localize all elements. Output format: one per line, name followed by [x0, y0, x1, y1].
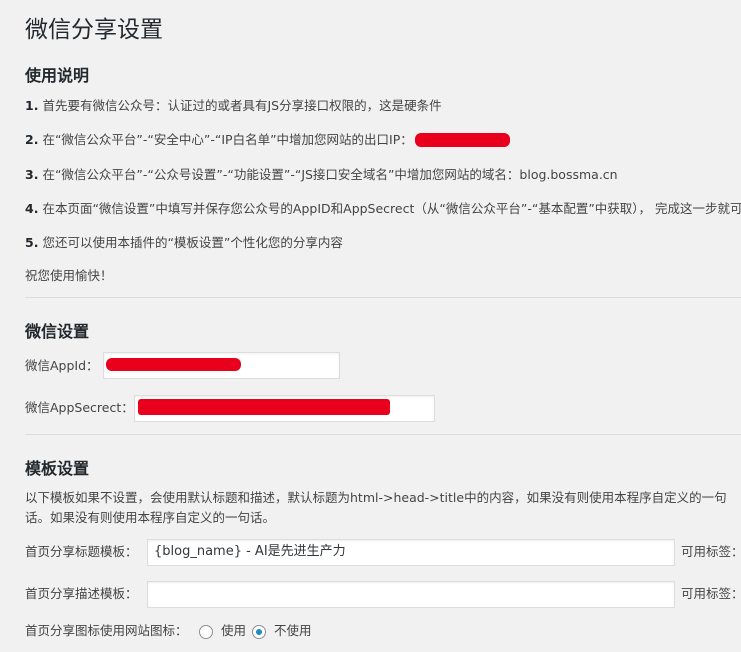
desc-template-input[interactable] — [147, 581, 675, 608]
step-text: 首先要有微信公众号：认证过的或者具有JS分享接口权限的，这是硬条件 — [42, 98, 442, 113]
step-number: 5. — [25, 235, 39, 250]
usage-step-2: 2. 在“微信公众平台”-“安全中心”-“IP白名单”中增加您网站的出口IP： — [25, 131, 413, 149]
radio-option-label: 不使用 — [274, 623, 312, 638]
step-text: 在“微信公众平台”-“公众号设置”-“功能设置”-“JS接口安全域名”中增加您网… — [42, 167, 618, 182]
title-template-input[interactable]: {blog_name} - AI是先进生产力 — [147, 539, 675, 566]
usage-heading: 使用说明 — [25, 66, 90, 85]
available-tags-label: 可用标签： — [681, 586, 741, 601]
divider — [25, 297, 741, 298]
use-site-icon-radio[interactable] — [199, 625, 213, 639]
step-text: 在本页面“微信设置”中填写并保存您公众号的AppID和AppSecrect（从“… — [42, 201, 741, 216]
usage-closing: 祝您使用愉快！ — [25, 268, 113, 283]
title-template-label: 首页分享标题模板： — [25, 544, 138, 559]
page-title: 微信分享设置 — [25, 17, 163, 43]
redacted-appid — [106, 358, 241, 371]
available-tags-label: 可用标签： — [681, 544, 741, 559]
settings-page: 微信分享设置 使用说明 1. 首先要有微信公众号：认证过的或者具有JS分享接口权限… — [0, 0, 741, 652]
step-text: 您还可以使用本插件的“模板设置”个性化您的分享内容 — [42, 235, 343, 250]
redacted-ip — [415, 133, 510, 147]
radio-option-label: 使用 — [221, 623, 247, 638]
step-text: 在“微信公众平台”-“安全中心”-“IP白名单”中增加您网站的出口IP： — [42, 132, 413, 147]
icon-setting-label: 首页分享图标使用网站图标： — [25, 623, 188, 638]
usage-step-4: 4. 在本页面“微信设置”中填写并保存您公众号的AppID和AppSecrect（… — [25, 200, 741, 218]
step-number: 3. — [25, 167, 39, 182]
usage-step-3: 3. 在“微信公众平台”-“公众号设置”-“功能设置”-“JS接口安全域名”中增加… — [25, 166, 618, 184]
desc-template-label: 首页分享描述模板： — [25, 586, 138, 601]
usage-step-5: 5. 您还可以使用本插件的“模板设置”个性化您的分享内容 — [25, 234, 343, 252]
step-number: 4. — [25, 201, 39, 216]
appid-label: 微信AppId： — [25, 358, 99, 373]
redacted-appsecret — [138, 399, 390, 415]
template-description: 以下模板如果不设置，会使用默认标题和描述，默认标题为html->head->ti… — [25, 490, 727, 525]
usage-step-1: 1. 首先要有微信公众号：认证过的或者具有JS分享接口权限的，这是硬条件 — [25, 97, 442, 115]
template-heading: 模板设置 — [25, 459, 90, 478]
appsecret-label: 微信AppSecrect： — [25, 400, 134, 415]
step-number: 2. — [25, 132, 39, 147]
step-number: 1. — [25, 98, 39, 113]
no-site-icon-radio[interactable] — [252, 625, 266, 639]
divider — [25, 434, 741, 435]
wechat-heading: 微信设置 — [25, 322, 90, 341]
